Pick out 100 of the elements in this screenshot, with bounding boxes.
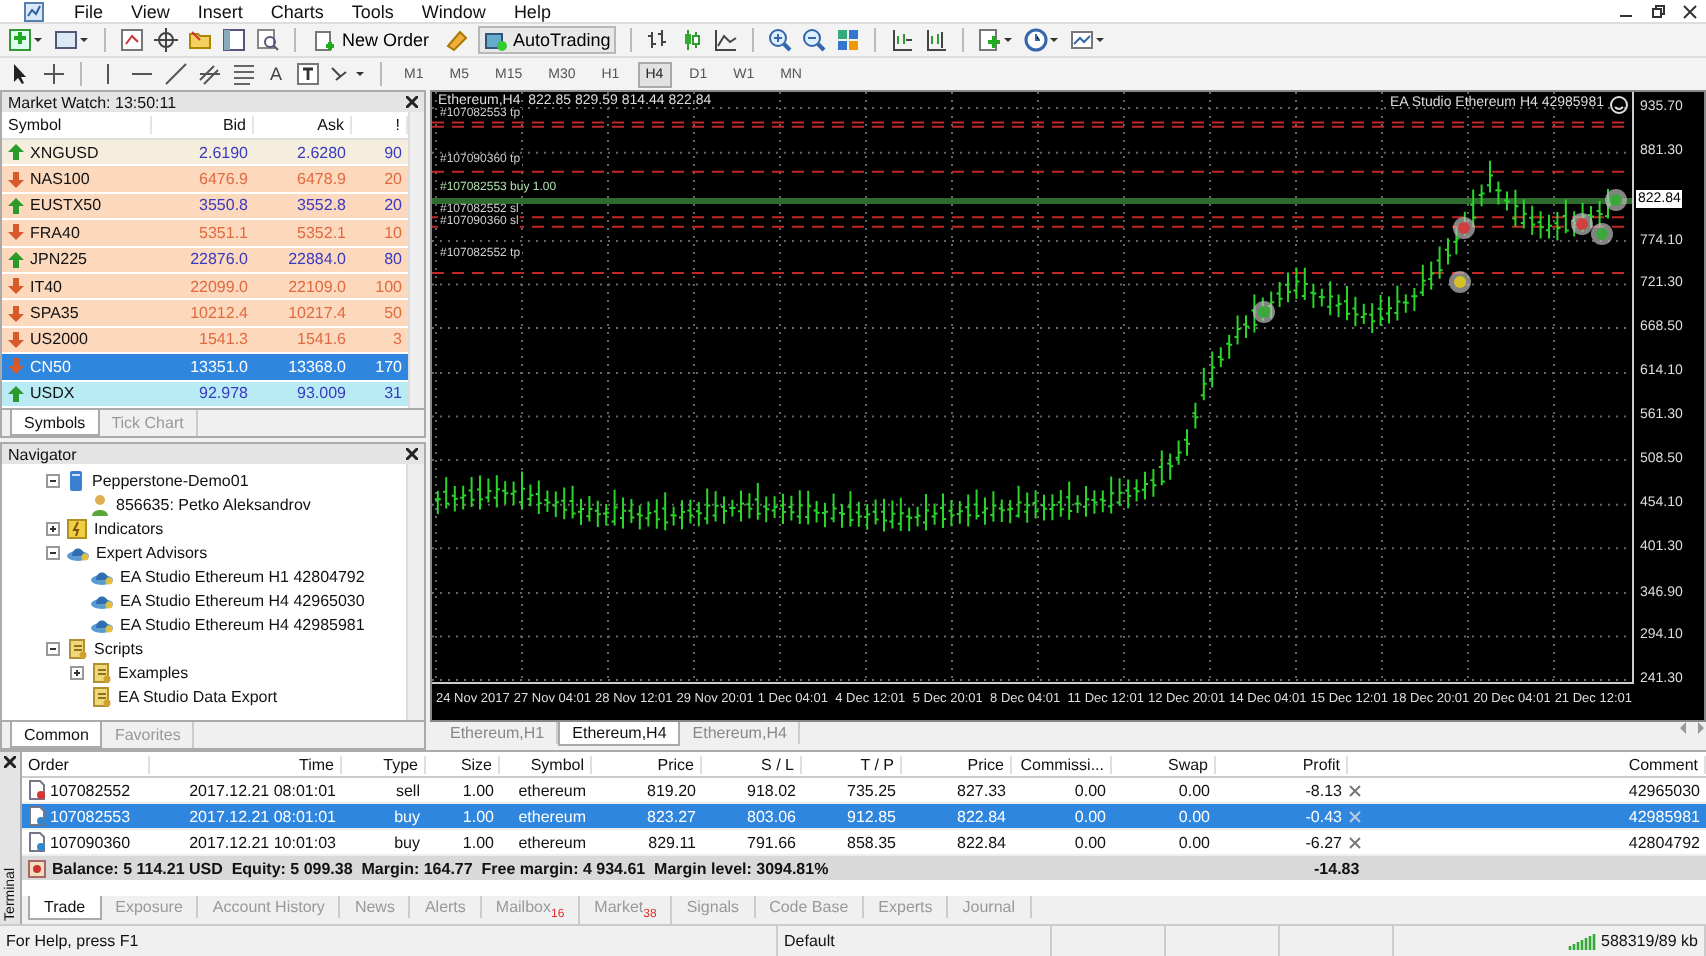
candlestick-icon[interactable] bbox=[680, 28, 705, 52]
symbol-row[interactable]: JPN225 22876.0 22884.0 80 bbox=[2, 247, 408, 274]
scrollbar[interactable] bbox=[406, 464, 424, 720]
panel-tab[interactable]: Common bbox=[10, 722, 103, 748]
close-icon[interactable] bbox=[406, 96, 418, 108]
terminal-tab[interactable]: Trade bbox=[28, 896, 102, 920]
navigator-item[interactable]: EA Studio Ethereum H4 42965030 bbox=[120, 591, 365, 609]
navigator-item[interactable]: Examples bbox=[118, 663, 189, 681]
channel-icon[interactable] bbox=[198, 62, 222, 86]
menu-item[interactable]: View bbox=[117, 1, 184, 21]
market-watch-icon[interactable] bbox=[120, 28, 144, 52]
ask-price: 22884.0 bbox=[286, 250, 348, 269]
navigator-item[interactable]: EA Studio Ethereum H1 42804792 bbox=[120, 567, 365, 585]
new-order-button[interactable]: New Order bbox=[310, 26, 434, 54]
column-header[interactable]: Symbol bbox=[2, 116, 152, 134]
tile-windows-icon[interactable] bbox=[836, 28, 861, 52]
symbol-name: CN50 bbox=[30, 357, 71, 376]
clock-icon[interactable] bbox=[1024, 28, 1061, 52]
menu-item[interactable]: Tools bbox=[337, 1, 408, 21]
zoom-out-icon[interactable] bbox=[802, 28, 827, 52]
close-icon[interactable] bbox=[1682, 3, 1698, 19]
symbol-row[interactable]: USDX 92.978 93.009 31 bbox=[2, 381, 408, 408]
cursor-icon[interactable] bbox=[8, 62, 32, 86]
spread-value: 80 bbox=[382, 250, 404, 269]
symbol-row[interactable]: US2000 1541.3 1541.6 3 bbox=[2, 327, 408, 355]
column-header[interactable]: Price bbox=[902, 755, 1012, 773]
column-header[interactable]: Commissi... bbox=[1012, 755, 1112, 773]
menu-item[interactable]: Charts bbox=[256, 1, 338, 21]
table-cell-text: 735.25 bbox=[845, 781, 898, 799]
symbol-row[interactable]: IT40 22099.0 22109.0 100 bbox=[2, 273, 408, 301]
terminal-icon[interactable] bbox=[222, 28, 246, 52]
symbol-row[interactable]: CN50 13351.0 13368.0 170 bbox=[2, 354, 408, 382]
text-tool[interactable]: A bbox=[266, 64, 287, 84]
navigator-item[interactable]: Expert Advisors bbox=[96, 543, 208, 561]
column-header[interactable]: S / L bbox=[702, 755, 802, 773]
column-header[interactable]: Profit bbox=[1216, 755, 1348, 773]
close-icon[interactable] bbox=[406, 448, 418, 460]
spread-value: 50 bbox=[382, 304, 404, 323]
column-header[interactable]: Comment bbox=[1376, 755, 1706, 773]
symbol-row[interactable]: FRA40 5351.1 5352.1 10 bbox=[2, 220, 408, 248]
collapse-icon[interactable] bbox=[46, 641, 60, 655]
column-header[interactable]: Time bbox=[150, 755, 342, 773]
autoscroll-icon[interactable] bbox=[890, 28, 915, 52]
menu-item[interactable]: File bbox=[60, 1, 118, 21]
new-chart-icon[interactable] bbox=[8, 28, 44, 52]
column-header[interactable]: Symbol bbox=[500, 755, 592, 773]
navigator-item[interactable]: Pepperstone-Demo01 bbox=[92, 471, 249, 489]
fibonacci-icon[interactable] bbox=[232, 62, 256, 86]
trade-marker-icon bbox=[1571, 213, 1593, 235]
trend-line-icon[interactable] bbox=[164, 62, 188, 86]
navigator-item[interactable]: 856635: Petko Aleksandrov bbox=[116, 495, 311, 513]
close-icon[interactable] bbox=[4, 756, 16, 768]
panel-title: Navigator bbox=[8, 445, 77, 463]
tester-magnifier-icon[interactable] bbox=[256, 28, 280, 52]
label-tool-icon[interactable] bbox=[296, 62, 321, 86]
symbol-row[interactable]: EUSTX50 3550.8 3552.8 20 bbox=[2, 193, 408, 221]
expand-icon[interactable] bbox=[46, 521, 60, 535]
navigator-icon[interactable] bbox=[188, 28, 212, 52]
total-profit: -14.83 bbox=[1314, 859, 1360, 877]
column-header[interactable]: Size bbox=[426, 755, 500, 773]
table-cell-text: buy bbox=[392, 807, 422, 825]
column-header[interactable]: Swap bbox=[1112, 755, 1216, 773]
navigator-item[interactable]: Indicators bbox=[94, 519, 164, 537]
restore-icon[interactable] bbox=[1650, 3, 1666, 19]
navigator-item[interactable]: EA Studio Data Export bbox=[118, 687, 278, 705]
line-chart-icon[interactable] bbox=[714, 28, 739, 52]
scrollbar[interactable] bbox=[408, 112, 424, 408]
column-header[interactable]: T / P bbox=[802, 755, 902, 773]
symbol-row[interactable]: XNGUSD 2.6190 2.6280 90 bbox=[2, 140, 408, 167]
collapse-icon[interactable] bbox=[46, 473, 60, 487]
order-row[interactable]: 107082553 2017.12.21 08:01:01 buy 1.00 ethereum 823.27 803.06 912.85 822.84 0.00 0.00 -0.43 42985981 bbox=[22, 804, 1706, 830]
column-header[interactable]: Bid bbox=[152, 116, 254, 134]
profiles-icon[interactable] bbox=[54, 28, 90, 52]
navigator-item[interactable]: Scripts bbox=[94, 639, 143, 657]
navigator-item[interactable]: EA Studio Ethereum H4 42985981 bbox=[120, 615, 365, 633]
symbol-name: XNGUSD bbox=[30, 143, 99, 162]
pencil-icon[interactable] bbox=[443, 28, 468, 52]
expand-icon[interactable] bbox=[70, 665, 84, 679]
panel-tab[interactable]: Symbols bbox=[10, 410, 100, 436]
chart-tab[interactable]: Ethereum,H4 bbox=[558, 722, 681, 746]
menu-item[interactable]: Window bbox=[407, 1, 500, 21]
menu-item[interactable]: Help bbox=[499, 1, 565, 21]
autotrading-button[interactable]: AutoTrading bbox=[477, 26, 617, 54]
column-header[interactable]: Type bbox=[342, 755, 426, 773]
collapse-icon[interactable] bbox=[46, 545, 60, 559]
menu-item[interactable]: Insert bbox=[183, 1, 257, 21]
arrows-icon[interactable] bbox=[330, 62, 367, 86]
symbol-row[interactable]: NAS100 6476.9 6478.9 20 bbox=[2, 166, 408, 194]
new-order-icon bbox=[314, 29, 336, 51]
bar-chart-icon[interactable] bbox=[646, 28, 671, 52]
crosshair-icon[interactable] bbox=[154, 28, 178, 52]
column-header[interactable]: Order bbox=[22, 755, 150, 773]
crosshair-icon[interactable] bbox=[42, 62, 66, 86]
column-header[interactable]: Price bbox=[592, 755, 702, 773]
template-icon[interactable] bbox=[1070, 28, 1107, 52]
indicators-icon[interactable] bbox=[978, 28, 1015, 52]
column-header[interactable]: Ask bbox=[254, 116, 352, 134]
zoom-in-icon[interactable] bbox=[768, 28, 793, 52]
chart-shift-icon[interactable] bbox=[924, 28, 949, 52]
symbol-row[interactable]: SPA35 10212.4 10217.4 50 bbox=[2, 300, 408, 328]
